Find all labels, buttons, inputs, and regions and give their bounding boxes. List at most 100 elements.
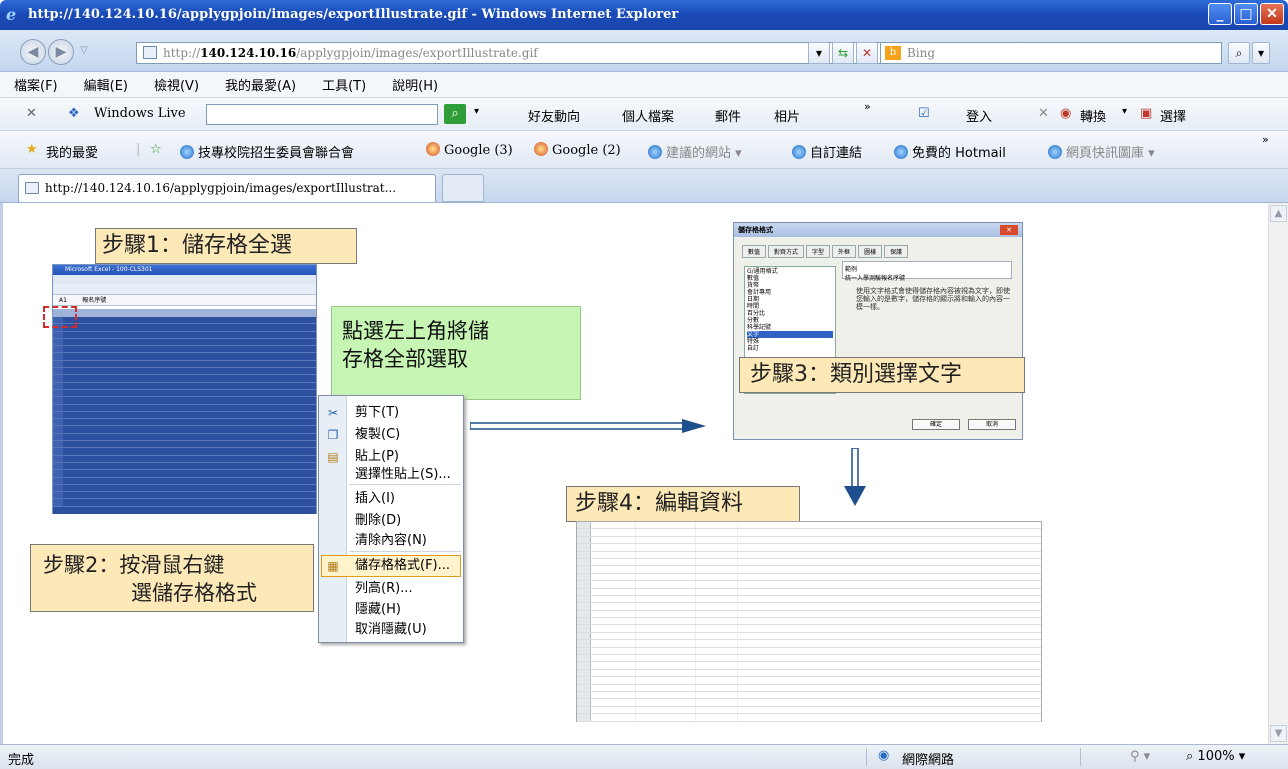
sheet-cell — [591, 655, 636, 662]
favorites-overflow-icon[interactable]: » — [1262, 133, 1269, 146]
maximize-button[interactable]: □ — [1234, 3, 1258, 25]
ie-page-icon — [648, 145, 662, 159]
ctx-delete: 刪除(D) — [355, 513, 402, 528]
menu-view[interactable]: 檢視(V) — [154, 75, 199, 94]
forward-button[interactable]: ▶ — [48, 39, 74, 65]
tab-current[interactable]: http://140.124.10.16/applygpjoin/images/… — [18, 174, 436, 202]
sheet-cell — [591, 706, 636, 714]
excel-title: Microsoft Excel - 100-CLS301 — [53, 265, 316, 275]
live-search-button-icon[interactable]: ⌕ — [444, 104, 466, 124]
menu-tools[interactable]: 工具(T) — [322, 75, 366, 94]
convert-button[interactable]: 轉換 — [1080, 106, 1106, 125]
dialog-category-item: 會計專用 — [747, 289, 772, 296]
dialog-note: 使用文字格式會使得儲存格內容被視為文字，即使您輸入的是數字，儲存格的顯示將和輸入… — [856, 287, 1010, 311]
fav-link-4[interactable]: 建議的網站 ▾ — [648, 142, 742, 161]
ctx-row-height: 列高(R)... — [355, 581, 413, 596]
zoom-control[interactable]: ⌕ 100% ▾ — [1186, 749, 1245, 764]
excel-row — [53, 419, 316, 427]
live-search-dropdown-icon[interactable]: ▾ — [474, 106, 479, 117]
sheet-cell — [591, 581, 636, 588]
fav-link-6[interactable]: 免費的 Hotmail — [894, 142, 1006, 161]
sheet-cell — [636, 603, 696, 610]
convert-dropdown-icon[interactable]: ▾ — [1122, 106, 1127, 117]
excel-row — [53, 338, 316, 347]
toolbar-overflow-icon[interactable]: » — [864, 100, 871, 113]
close-toolbar-icon[interactable]: ✕ — [26, 106, 37, 121]
vertical-scrollbar[interactable]: ▲ ▼ — [1268, 203, 1288, 744]
ctx-insert: 插入(I) — [355, 491, 395, 506]
close-translate-icon[interactable]: ✕ — [1038, 106, 1049, 121]
excel-row — [53, 375, 316, 383]
close-button[interactable]: ✕ — [1260, 3, 1284, 25]
ie-logo-icon: e — [6, 5, 17, 24]
stop-icon[interactable]: ✕ — [856, 42, 878, 64]
dialog-category-item: 科學記號 — [747, 324, 772, 331]
refresh-icon[interactable]: ⇆ — [832, 42, 854, 64]
menu-favorites[interactable]: 我的最愛(A) — [225, 75, 296, 94]
menu-file[interactable]: 檔案(F) — [14, 75, 58, 94]
excel-formula-bar: A1 報名序號 — [53, 295, 316, 306]
protected-mode-icon[interactable]: ⚲ ▾ — [1130, 749, 1150, 764]
minimize-button[interactable]: _ — [1208, 3, 1232, 25]
sheet-cell — [577, 655, 591, 662]
toolbar-link-photos[interactable]: 相片 — [774, 106, 800, 125]
sheet-cell — [696, 529, 738, 536]
excel-row-number — [53, 346, 63, 353]
address-dropdown-icon[interactable]: ▾ — [808, 42, 830, 64]
toolbar-link-mail[interactable]: 郵件 — [715, 106, 741, 125]
sheet-cell — [591, 625, 636, 632]
windows-live-toolbar: ✕ ❖ Windows Live ⌕ ▾ 好友動向 個人檔案 郵件 相片 » ☑… — [0, 98, 1288, 131]
excel-row — [53, 324, 316, 332]
menu-help[interactable]: 說明(H) — [392, 75, 438, 94]
search-options-icon[interactable]: ▾ — [1252, 42, 1270, 64]
windows-live-search-input[interactable] — [206, 104, 438, 125]
ctx-unhide: 取消隱藏(U) — [355, 622, 427, 637]
dialog-tab: 數值 — [742, 245, 767, 258]
search-input[interactable]: b Bing — [880, 42, 1222, 64]
sheet-row — [577, 529, 1041, 537]
excel-column-header — [53, 309, 316, 317]
excel-row — [53, 346, 316, 354]
scroll-up-icon[interactable]: ▲ — [1270, 205, 1287, 222]
new-tab-button[interactable] — [442, 174, 484, 202]
navigation-bar: ◀ ▶ ▽ http://140.124.10.16/applygpjoin/i… — [0, 30, 1288, 72]
favorites-button[interactable]: 我的最愛 — [46, 142, 98, 161]
history-dropdown-icon[interactable]: ▽ — [80, 45, 88, 56]
toolbar-link-friends[interactable]: 好友動向 — [528, 106, 580, 125]
menu-edit[interactable]: 編輯(E) — [84, 75, 128, 94]
toolbar-link-profile[interactable]: 個人檔案 — [622, 106, 674, 125]
select-button[interactable]: 選擇 — [1160, 106, 1186, 125]
check-icon[interactable]: ☑ — [918, 106, 930, 121]
login-link[interactable]: 登入 — [966, 106, 992, 125]
sheet-cell — [591, 522, 636, 529]
back-button[interactable]: ◀ — [20, 39, 46, 65]
sheet-cell — [696, 662, 738, 669]
sheet-row — [577, 536, 1041, 545]
context-menu: ✂ ❐ ▤ ▦ 剪下(T) 複製(C) 貼上(P) 選擇性貼上(S)... 插入… — [318, 395, 464, 643]
excel-row — [53, 499, 316, 507]
fav-link-1[interactable]: 技專校院招生委員會聯合會 — [180, 142, 354, 161]
fav-link-5[interactable]: 自訂連結 — [792, 142, 862, 161]
google-icon — [534, 142, 548, 156]
windows-live-label: Windows Live — [94, 106, 186, 121]
excel-row — [53, 360, 316, 369]
excel-row — [53, 368, 316, 376]
sheet-cell — [577, 581, 591, 588]
fav-link-7[interactable]: 網頁快訊圖庫 ▾ — [1048, 142, 1155, 161]
excel-row — [53, 484, 316, 493]
excel-row — [53, 477, 316, 485]
scroll-down-icon[interactable]: ▼ — [1270, 725, 1287, 742]
excel-row — [53, 317, 316, 325]
sheet-row — [577, 544, 1041, 552]
fav-link-3[interactable]: Google (2) — [534, 142, 621, 158]
excel-row-number — [53, 353, 63, 360]
fav-link-2-label: Google (3) — [444, 143, 513, 158]
fav-link-2[interactable]: Google (3) — [426, 142, 513, 158]
search-button-icon[interactable]: ⌕ — [1228, 42, 1250, 64]
add-favorites-icon[interactable]: ☆ — [150, 142, 162, 157]
excel-row-number — [53, 375, 63, 382]
zoom-value: 100% — [1197, 749, 1235, 764]
sheet-row — [577, 603, 1041, 611]
zoom-icon: ⌕ — [1186, 749, 1194, 764]
arrow-right-icon — [470, 419, 706, 433]
